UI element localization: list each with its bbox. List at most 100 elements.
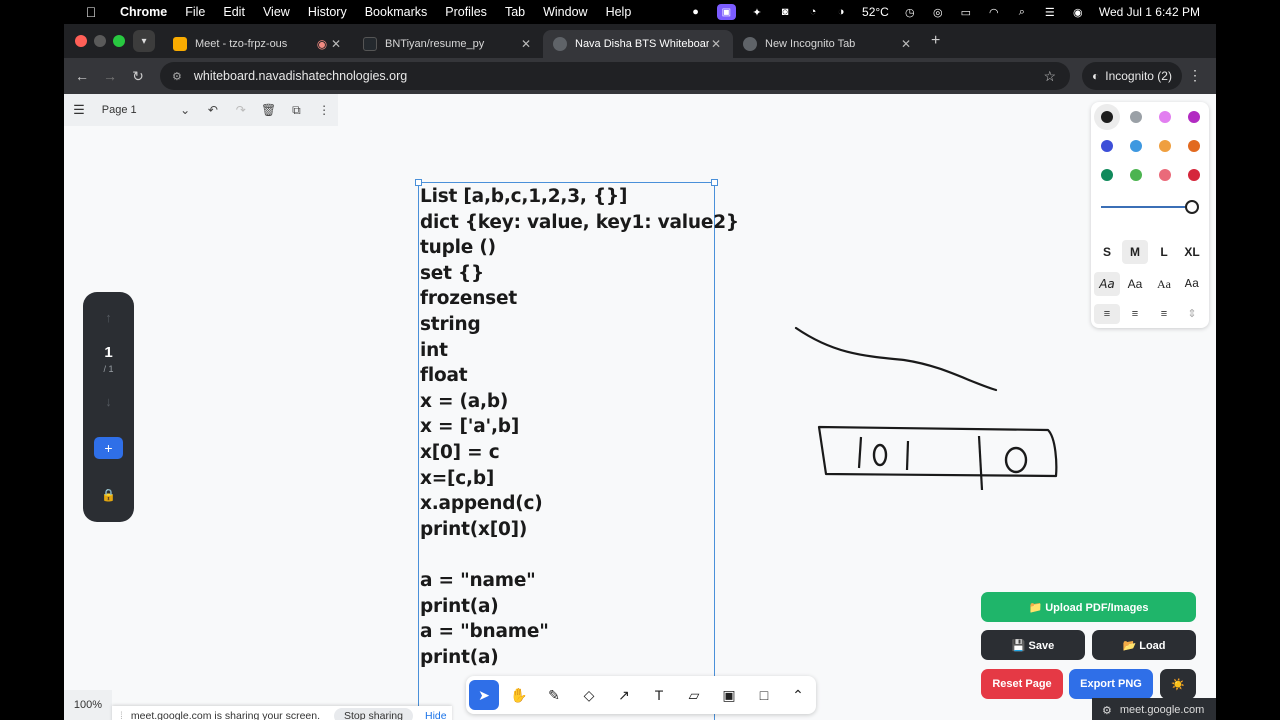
search-icon[interactable]: ⌕ [1015,5,1029,19]
pencil-tool-icon[interactable]: ✎ [539,680,569,710]
zoom-window-icon[interactable] [113,35,125,47]
size-small-button[interactable]: S [1094,240,1120,264]
theme-toggle-button[interactable]: ☀️ [1160,669,1196,699]
tab-whiteboard[interactable]: Nava Disha BTS Whiteboard ✕ [543,30,733,58]
menu-view[interactable]: View [263,5,290,19]
meet-indicator[interactable]: ⚙ meet.google.com [1092,698,1216,720]
size-xl-button[interactable]: XL [1179,240,1205,264]
close-tab-icon[interactable]: ✕ [329,37,343,51]
load-button[interactable]: 📂 Load [1092,630,1196,660]
tab-search-icon[interactable]: ▾ [133,30,155,52]
text-tool-icon[interactable]: T [644,680,674,710]
color-swatch[interactable] [1130,169,1142,181]
compass-icon[interactable]: ◑ [834,5,848,19]
menu-tab[interactable]: Tab [505,5,525,19]
drag-handle-icon[interactable]: ⁞ [120,710,123,720]
color-swatch[interactable] [1188,111,1200,123]
clock-icon[interactable]: ◷ [903,5,917,19]
lock-icon[interactable]: 🔒 [83,488,134,502]
chrome-menu-icon[interactable]: ⋮ [1188,67,1202,84]
upload-button[interactable]: 📁 Upload PDF/Images [981,592,1196,622]
apple-icon[interactable]:  [78,4,104,20]
hand-tool-icon[interactable]: ✋ [504,680,534,710]
menu-profiles[interactable]: Profiles [445,5,487,19]
sparkle-icon[interactable]: ✦ [750,5,764,19]
opacity-slider-knob[interactable] [1185,200,1199,214]
whiteboard-page[interactable]: ☰ Page 1 ⌄ ↶ ↷ 🗑 ⧉ ⋮ List [a,b,c,1,2,3, … [64,94,1216,720]
bookmark-star-icon[interactable]: ☆ [1043,68,1056,85]
font-draw-button[interactable]: Aa [1094,272,1120,296]
reload-icon[interactable]: ↻ [124,68,152,85]
reset-page-button[interactable]: Reset Page [981,669,1063,699]
screen-share-icon[interactable]: ▣ [716,4,737,20]
menu-history[interactable]: History [308,5,347,19]
eraser-tool-icon[interactable]: ◇ [574,680,604,710]
color-swatch[interactable] [1101,140,1113,152]
battery-icon[interactable]: ▭ [959,5,973,19]
menu-help[interactable]: Help [606,5,632,19]
menu-app-name[interactable]: Chrome [120,5,167,19]
chevron-up-icon[interactable]: ⌃ [783,680,813,710]
size-large-button[interactable]: L [1151,240,1177,264]
save-button[interactable]: 💾 Save [981,630,1085,660]
select-tool-icon[interactable]: ➤ [469,680,499,710]
back-icon[interactable]: ← [68,68,96,84]
wifi-icon[interactable]: ◠ [987,5,1001,19]
airdrop-icon[interactable]: ◎ [931,5,945,19]
site-info-icon[interactable]: ⚙ [172,70,182,83]
font-mono-button[interactable]: Aa [1179,272,1205,296]
clock-datetime[interactable]: Wed Jul 1 6:42 PM [1099,5,1200,19]
minimize-window-icon[interactable] [94,35,106,47]
align-center-icon[interactable]: ≡ [1122,304,1148,324]
opacity-slider-track[interactable] [1101,206,1193,208]
stop-sharing-button[interactable]: Stop sharing [334,708,413,720]
menu-bookmarks[interactable]: Bookmarks [365,5,428,19]
incognito-button[interactable]: ◐ Incognito (2) [1082,62,1182,90]
gauge-icon[interactable]: ◔ [806,5,820,19]
page-up-icon[interactable]: ↑ [83,310,134,325]
font-serif-button[interactable]: Aa [1151,272,1177,296]
align-right-icon[interactable]: ≡ [1151,304,1177,324]
menu-window[interactable]: Window [543,5,587,19]
color-swatch[interactable] [1130,140,1142,152]
color-swatch[interactable] [1101,169,1113,181]
color-swatch[interactable] [1188,140,1200,152]
hide-button[interactable]: Hide [425,710,447,720]
add-page-button[interactable]: + [94,437,123,459]
rectangle-tool-icon[interactable]: □ [749,680,779,710]
close-tab-icon[interactable]: ✕ [519,37,533,51]
weather-temperature[interactable]: 52°C [862,5,889,19]
color-swatch[interactable] [1159,169,1171,181]
record-icon[interactable]: ● [689,5,703,19]
page-down-icon[interactable]: ↓ [83,394,134,409]
color-swatch[interactable] [1101,111,1113,123]
menu-edit[interactable]: Edit [223,5,245,19]
align-justify-icon[interactable]: ⇕ [1179,304,1205,324]
color-swatch[interactable] [1130,111,1142,123]
size-medium-button[interactable]: M [1122,240,1148,264]
tab-github[interactable]: BNTiyan/resume_py ✕ [353,30,543,58]
note-tool-icon[interactable]: ▱ [679,680,709,710]
close-tab-icon[interactable]: ✕ [709,37,723,51]
color-swatch[interactable] [1159,140,1171,152]
close-tab-icon[interactable]: ✕ [899,37,913,51]
export-png-button[interactable]: Export PNG [1069,669,1153,699]
color-swatch[interactable] [1188,169,1200,181]
close-window-icon[interactable] [75,35,87,47]
control-center-icon[interactable]: ☰ [1043,5,1057,19]
url-text[interactable]: whiteboard.navadishatechnologies.org [194,69,407,83]
tab-incognito[interactable]: New Incognito Tab ✕ [733,30,923,58]
freehand-drawing[interactable] [64,94,1216,720]
arrow-tool-icon[interactable]: ↗ [609,680,639,710]
image-tool-icon[interactable]: ▣ [714,680,744,710]
forward-icon[interactable]: → [96,68,124,84]
color-swatch[interactable] [1159,111,1171,123]
font-sans-button[interactable]: Aa [1122,272,1148,296]
zoom-level[interactable]: 100% [64,690,112,720]
align-left-icon[interactable]: ≡ [1094,304,1120,324]
menu-file[interactable]: File [185,5,205,19]
siri-icon[interactable]: ◉ [1071,5,1085,19]
new-tab-icon[interactable]: + [931,32,940,50]
address-bar[interactable]: ⚙ whiteboard.navadishatechnologies.org ☆ [160,62,1070,90]
tab-meet[interactable]: Meet - tzo-frpz-ous ◉ ✕ [163,30,353,58]
